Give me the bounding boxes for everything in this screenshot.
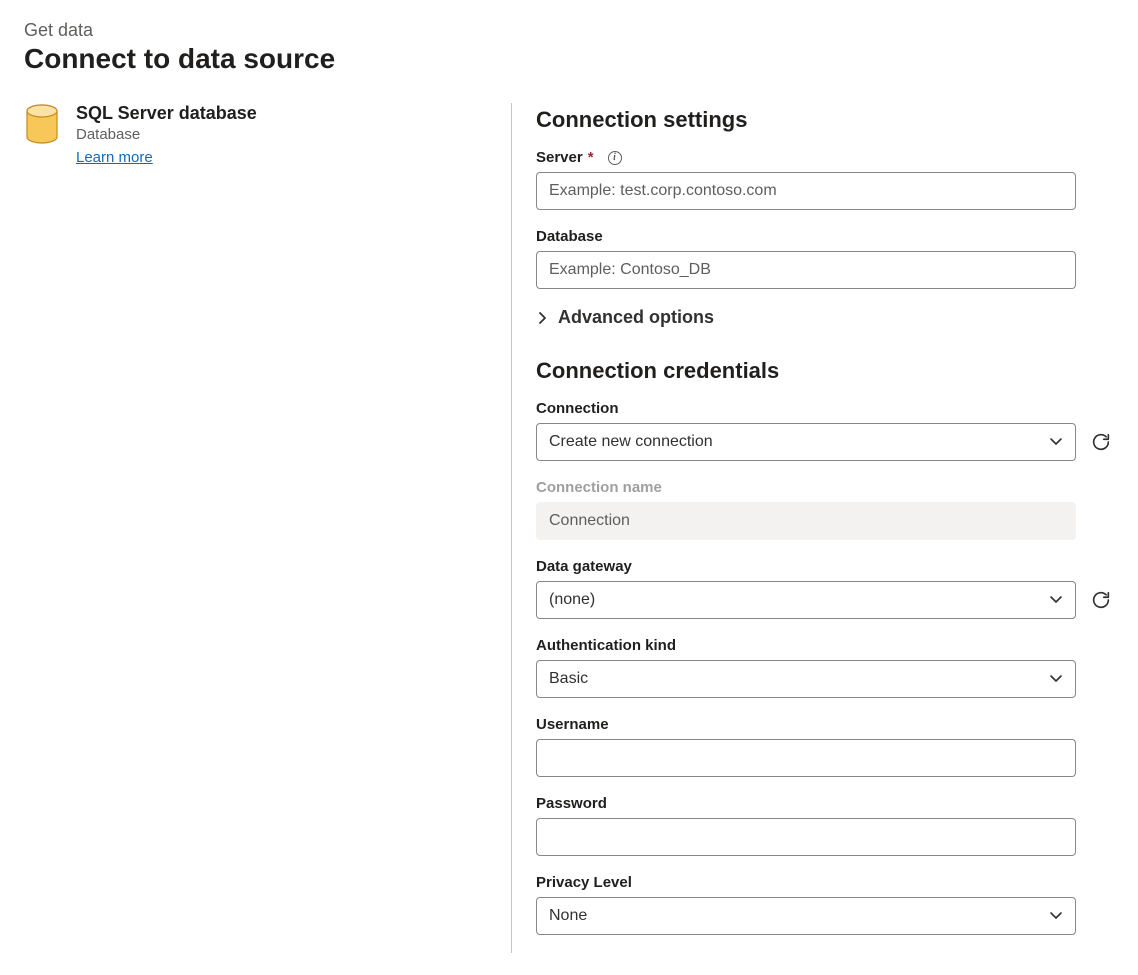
connection-credentials-heading: Connection credentials [536, 358, 1114, 384]
chevron-down-icon [1049, 672, 1063, 686]
advanced-options-toggle[interactable]: Advanced options [536, 307, 1114, 328]
auth-select[interactable]: Basic [536, 660, 1076, 698]
refresh-icon [1090, 431, 1112, 453]
connection-name-input [536, 502, 1076, 540]
gateway-label: Data gateway [536, 558, 1114, 575]
learn-more-link[interactable]: Learn more [76, 149, 153, 166]
password-label: Password [536, 795, 1114, 812]
gateway-select-value: (none) [549, 591, 595, 609]
server-label: Server * i [536, 149, 1114, 166]
chevron-down-icon [1049, 435, 1063, 449]
required-asterisk: * [588, 149, 594, 166]
connection-name-label: Connection name [536, 479, 1114, 496]
source-title: SQL Server database [76, 103, 257, 124]
gateway-select[interactable]: (none) [536, 581, 1076, 619]
server-input[interactable] [536, 172, 1076, 210]
privacy-label: Privacy Level [536, 874, 1114, 891]
database-label: Database [536, 228, 1114, 245]
database-input[interactable] [536, 251, 1076, 289]
chevron-down-icon [1049, 909, 1063, 923]
source-panel: SQL Server database Database Learn more [24, 103, 511, 953]
username-label: Username [536, 716, 1114, 733]
auth-select-value: Basic [549, 670, 588, 688]
connection-select[interactable]: Create new connection [536, 423, 1076, 461]
breadcrumb: Get data [24, 20, 1114, 41]
server-label-text: Server [536, 149, 583, 166]
advanced-options-label: Advanced options [558, 307, 714, 328]
database-icon [24, 103, 60, 147]
auth-label: Authentication kind [536, 637, 1114, 654]
connection-select-value: Create new connection [549, 433, 713, 451]
chevron-right-icon [536, 311, 550, 325]
refresh-connection-button[interactable] [1088, 429, 1114, 455]
connection-settings-heading: Connection settings [536, 107, 1114, 133]
privacy-select[interactable]: None [536, 897, 1076, 935]
connection-label: Connection [536, 400, 1114, 417]
username-input[interactable] [536, 739, 1076, 777]
source-subtitle: Database [76, 126, 257, 143]
password-input[interactable] [536, 818, 1076, 856]
chevron-down-icon [1049, 593, 1063, 607]
info-icon[interactable]: i [608, 151, 622, 165]
refresh-icon [1090, 589, 1112, 611]
privacy-select-value: None [549, 907, 587, 925]
page-title: Connect to data source [24, 43, 1114, 75]
refresh-gateway-button[interactable] [1088, 587, 1114, 613]
